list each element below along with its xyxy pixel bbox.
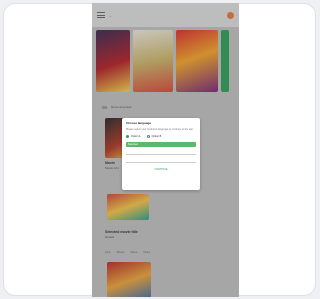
radio-dot-icon [126, 135, 129, 139]
option-a-label: Option A [131, 135, 141, 139]
continue-button[interactable]: CONTINUE [126, 168, 196, 172]
more-button[interactable]: More [143, 250, 150, 254]
movie-thumbnail[interactable] [107, 194, 149, 220]
menu-icon[interactable] [97, 12, 105, 18]
movie-thumbnail[interactable] [107, 262, 151, 297]
dialog-text: Please select your preferred language to… [126, 128, 194, 131]
option-group: Option A Option B [126, 135, 196, 139]
share-button[interactable]: Share [117, 250, 125, 254]
option-b-label: Option B [151, 135, 162, 139]
poster-image[interactable] [96, 30, 130, 92]
movie-subtitle: Movie info [105, 166, 119, 170]
section-header: Recommended [102, 104, 222, 110]
movie-title[interactable]: Selected movie title [105, 230, 138, 234]
top-app-bar: ... [92, 3, 239, 27]
selected-field[interactable]: Selected [126, 142, 196, 148]
profile-avatar[interactable] [227, 11, 234, 19]
movie-subtitle: Details [105, 235, 115, 239]
movie-title[interactable]: Movie [105, 161, 115, 165]
dialog-title: Choose language [126, 121, 152, 125]
section-label: Recommended [111, 105, 132, 109]
section-icon [102, 105, 107, 109]
phone-screen: ... Recommended Movie Movie info Selecte… [92, 3, 239, 297]
poster-image[interactable] [221, 30, 229, 92]
action-row: Like Share Save More [105, 249, 225, 254]
language-dialog: Choose language Please select your prefe… [122, 118, 200, 190]
radio-dot-icon [146, 135, 150, 139]
poster-carousel[interactable] [96, 30, 236, 92]
text-field[interactable] [126, 150, 196, 156]
like-button[interactable]: Like [105, 250, 111, 254]
app-brand: ... [109, 12, 113, 18]
option-a-radio[interactable]: Option A [126, 135, 141, 139]
poster-image[interactable] [176, 30, 218, 92]
text-field[interactable] [126, 158, 196, 164]
option-b-radio[interactable]: Option B [146, 135, 162, 139]
poster-image[interactable] [133, 30, 173, 92]
save-button[interactable]: Save [131, 250, 138, 254]
